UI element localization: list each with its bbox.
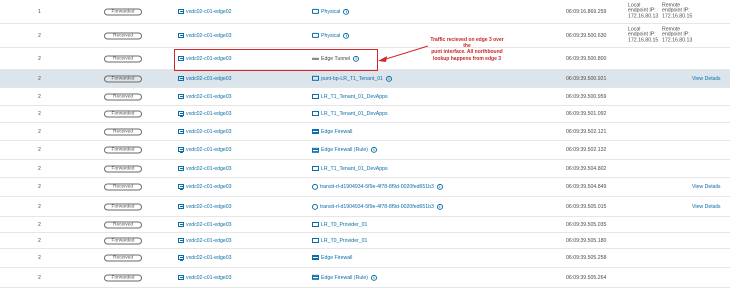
annotation-line: punt interface. All northbound bbox=[431, 49, 503, 56]
annotation-arrow bbox=[378, 45, 429, 62]
annotation-line: lookup happens from edge 3 bbox=[432, 55, 502, 62]
annotation-line: Traffic recieved on edge 3 over the bbox=[430, 37, 504, 50]
annotation-note: Traffic recieved on edge 3 over the punt… bbox=[426, 37, 508, 62]
